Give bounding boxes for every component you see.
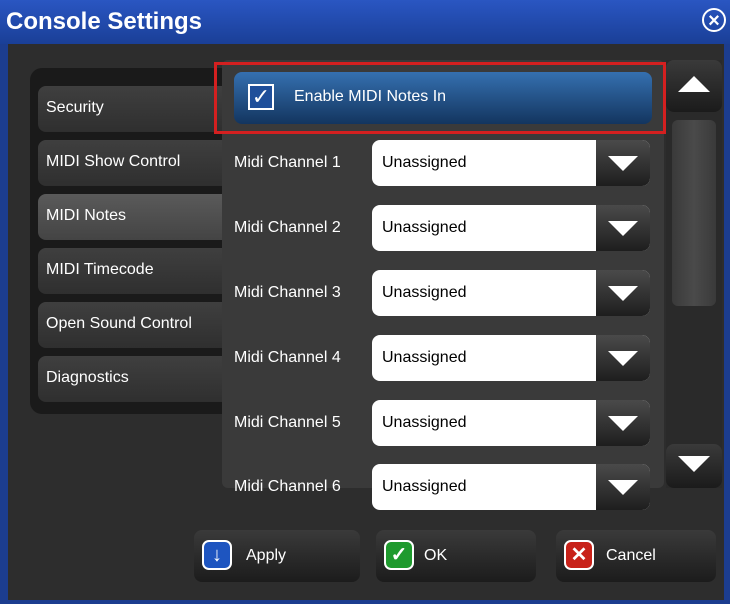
dialog-title: Console Settings [6,8,203,35]
tab-midi-show-control[interactable]: MIDI Show Control [38,140,236,186]
ok-button[interactable]: ✓ OK [376,530,536,582]
midi-channel-row: Midi Channel 5 Unassigned [234,396,654,446]
arrow-up-icon [678,76,710,92]
midi-channel-6-select[interactable]: Unassigned [372,464,650,510]
settings-tab-panel: Security MIDI Show Control MIDI Notes MI… [30,68,248,414]
select-value: Unassigned [382,414,467,431]
midi-channel-2-select[interactable]: Unassigned [372,205,650,251]
select-value: Unassigned [382,219,467,236]
ok-icon: ✓ [384,540,414,570]
chevron-down-icon[interactable] [596,464,650,510]
chevron-down-icon[interactable] [596,140,650,186]
midi-channel-row: Midi Channel 3 Unassigned [234,266,654,316]
midi-channel-label: Midi Channel 3 [234,284,341,301]
close-icon[interactable]: × [702,8,726,32]
chevron-down-icon[interactable] [596,400,650,446]
scroll-up-button[interactable] [666,60,722,112]
chevron-down-icon[interactable] [596,270,650,316]
midi-channel-label: Midi Channel 4 [234,349,341,366]
midi-channel-row: Midi Channel 1 Unassigned [234,136,654,186]
scroll-thumb[interactable] [672,120,716,306]
enable-midi-notes-toggle[interactable]: ✓ Enable MIDI Notes In [234,72,652,124]
select-value: Unassigned [382,284,467,301]
scroll-down-button[interactable] [666,444,722,488]
apply-button[interactable]: ↓ Apply [194,530,360,582]
tab-open-sound-control[interactable]: Open Sound Control [38,302,236,348]
midi-channel-row: Midi Channel 6 Unassigned [234,460,654,510]
midi-channel-3-select[interactable]: Unassigned [372,270,650,316]
midi-channel-row: Midi Channel 2 Unassigned [234,201,654,251]
midi-channel-label: Midi Channel 1 [234,154,341,171]
cancel-label: Cancel [606,547,656,564]
console-settings-dialog: Console Settings × Security MIDI Show Co… [0,0,730,604]
dialog-content: Security MIDI Show Control MIDI Notes MI… [8,44,724,600]
select-value: Unassigned [382,349,467,366]
midi-channel-1-select[interactable]: Unassigned [372,140,650,186]
chevron-down-icon[interactable] [596,335,650,381]
cancel-icon: ✕ [564,540,594,570]
select-value: Unassigned [382,478,467,495]
midi-channel-label: Midi Channel 6 [234,478,341,495]
tab-diagnostics[interactable]: Diagnostics [38,356,236,402]
apply-icon: ↓ [202,540,232,570]
ok-label: OK [424,547,448,564]
select-value: Unassigned [382,154,467,171]
tab-midi-notes[interactable]: MIDI Notes [38,194,248,240]
scrollbar[interactable] [666,60,722,488]
apply-label: Apply [246,547,287,564]
enable-midi-notes-checkbox[interactable]: ✓ [248,84,274,110]
tab-midi-timecode[interactable]: MIDI Timecode [38,248,236,294]
midi-channel-label: Midi Channel 5 [234,414,341,431]
midi-channel-label: Midi Channel 2 [234,219,341,236]
cancel-button[interactable]: ✕ Cancel [556,530,716,582]
arrow-down-icon [678,456,710,472]
midi-channel-5-select[interactable]: Unassigned [372,400,650,446]
enable-midi-notes-label: Enable MIDI Notes In [294,88,447,105]
title-bar: Console Settings × [0,0,730,44]
chevron-down-icon[interactable] [596,205,650,251]
midi-channel-row: Midi Channel 4 Unassigned [234,331,654,381]
midi-channel-4-select[interactable]: Unassigned [372,335,650,381]
tab-security[interactable]: Security [38,86,236,132]
